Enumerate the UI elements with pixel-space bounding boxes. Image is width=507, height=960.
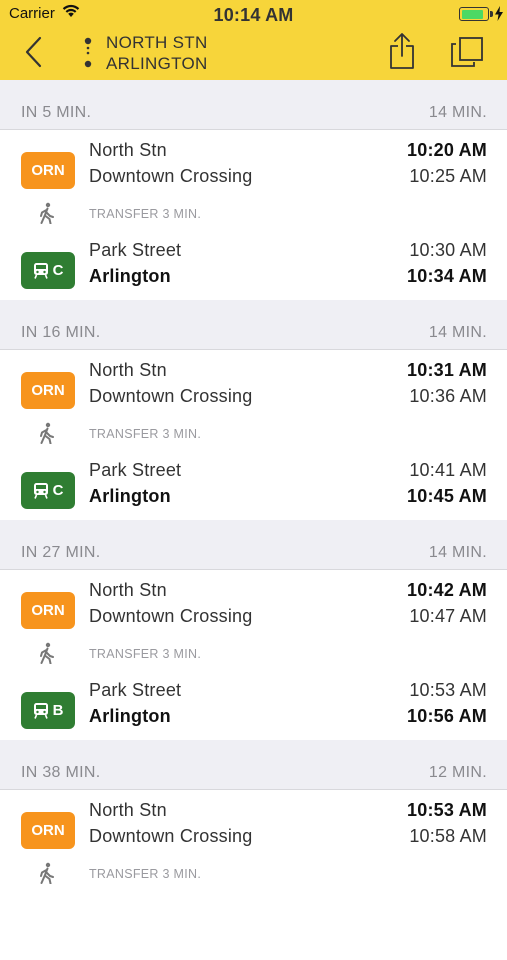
top-bar: Carrier 10:14 AM NORTH STN ARLINGTON xyxy=(0,0,507,80)
transfer-row: TRANSFER 3 MIN. xyxy=(0,202,507,226)
leg-green: C Park Street Arlington 10:30 AM 10:34 AM xyxy=(0,240,507,300)
board-stop: Park Street xyxy=(89,240,182,260)
trip-row[interactable]: ORN North Stn Downtown Crossing 10:42 AM 10:… xyxy=(0,570,507,740)
status-time: 10:14 AM xyxy=(213,5,294,25)
walking-icon xyxy=(40,862,54,884)
walking-icon xyxy=(40,642,54,664)
board-stop: Park Street xyxy=(89,460,182,480)
alight-stop: Downtown Crossing xyxy=(89,166,253,186)
trip-header: IN 16 MIN. 14 MIN. xyxy=(0,300,507,350)
train-icon xyxy=(33,483,48,499)
depart-time: 10:20 AM xyxy=(407,140,487,160)
route-badge-orn: ORN xyxy=(21,592,75,629)
route-badge-green: C xyxy=(21,472,75,509)
transfer-row: TRANSFER 3 MIN. xyxy=(0,862,507,886)
arrive-time: 10:34 AM xyxy=(407,266,487,286)
transfer-text: TRANSFER 3 MIN. xyxy=(89,867,202,881)
departs-in: IN 38 MIN. xyxy=(21,764,101,781)
arrive-time: 10:47 AM xyxy=(409,606,487,626)
leg-orange: ORN North Stn Downtown Crossing 10:42 AM 10:… xyxy=(0,580,507,640)
alight-stop: Downtown Crossing xyxy=(89,606,253,626)
arrive-time: 10:36 AM xyxy=(409,386,487,406)
route-badge-orn: ORN xyxy=(21,372,75,409)
leg-green: B Park Street Arlington 10:53 AM 10:56 AM xyxy=(0,680,507,740)
board-stop: North Stn xyxy=(89,360,167,380)
arrive-time: 10:45 AM xyxy=(407,486,487,506)
status-bar: Carrier 10:14 AM xyxy=(0,0,507,28)
route-badge-green: C xyxy=(21,252,75,289)
depart-time: 10:41 AM xyxy=(409,460,487,480)
alight-stop: Downtown Crossing xyxy=(89,386,253,406)
transfer-text: TRANSFER 3 MIN. xyxy=(89,207,202,221)
route-badge-orn: ORN xyxy=(21,812,75,849)
leg-orange: ORN North Stn Downtown Crossing 10:20 AM 10:… xyxy=(0,140,507,200)
route-origin: NORTH STN xyxy=(106,33,208,52)
leg-orange: ORN North Stn Downtown Crossing 10:31 AM 10:… xyxy=(0,360,507,420)
share-icon[interactable] xyxy=(388,32,416,70)
battery-icon xyxy=(459,7,489,21)
navigation-bar: NORTH STN ARLINGTON xyxy=(0,28,507,80)
departs-in: IN 16 MIN. xyxy=(21,324,101,341)
depart-time: 10:42 AM xyxy=(407,580,487,600)
board-stop: Park Street xyxy=(89,680,182,700)
trip-duration: 12 MIN. xyxy=(428,764,487,781)
arrive-time: 10:56 AM xyxy=(407,706,487,726)
leg-orange: ORN North Stn Downtown Crossing 10:53 AM 10:… xyxy=(0,800,507,860)
trip-header: IN 5 MIN. 14 MIN. xyxy=(0,80,507,130)
copy-icon[interactable] xyxy=(450,36,484,68)
board-stop: North Stn xyxy=(89,800,167,820)
depart-time: 10:31 AM xyxy=(407,360,487,380)
alight-stop: Arlington xyxy=(89,486,171,506)
route-badge-orn: ORN xyxy=(21,152,75,189)
trip-row[interactable]: ORN North Stn Downtown Crossing 10:31 AM 10:… xyxy=(0,350,507,520)
route-destination: ARLINGTON xyxy=(106,54,208,73)
back-chevron-icon[interactable] xyxy=(22,36,46,68)
green-branch-label: C xyxy=(52,482,64,499)
battery-cap xyxy=(490,11,493,17)
departs-in: IN 27 MIN. xyxy=(21,544,101,561)
board-stop: North Stn xyxy=(89,580,167,600)
alight-stop: Downtown Crossing xyxy=(89,826,253,846)
trip-header: IN 27 MIN. 14 MIN. xyxy=(0,520,507,570)
depart-time: 10:53 AM xyxy=(407,800,487,820)
route-badge-green: B xyxy=(21,692,75,729)
arrive-time: 10:58 AM xyxy=(409,826,487,846)
walking-icon xyxy=(40,202,54,224)
route-dots-icon xyxy=(84,37,92,68)
depart-time: 10:53 AM xyxy=(409,680,487,700)
trip-row[interactable]: ORN North Stn Downtown Crossing 10:20 AM 10:… xyxy=(0,130,507,300)
arrive-time: 10:25 AM xyxy=(409,166,487,186)
transfer-row: TRANSFER 3 MIN. xyxy=(0,642,507,666)
transfer-text: TRANSFER 3 MIN. xyxy=(89,427,202,441)
departs-in: IN 5 MIN. xyxy=(21,104,92,121)
leg-green: C Park Street Arlington 10:41 AM 10:45 AM xyxy=(0,460,507,520)
trip-header: IN 38 MIN. 12 MIN. xyxy=(0,740,507,790)
train-icon xyxy=(33,703,48,719)
transfer-row: TRANSFER 3 MIN. xyxy=(0,422,507,446)
trip-duration: 14 MIN. xyxy=(428,544,487,561)
trip-duration: 14 MIN. xyxy=(428,104,487,121)
trip-row[interactable]: ORN North Stn Downtown Crossing 10:53 AM 10:… xyxy=(0,790,507,960)
charging-bolt-icon xyxy=(495,6,503,21)
alight-stop: Arlington xyxy=(89,706,171,726)
green-branch-label: C xyxy=(52,262,64,279)
alight-stop: Arlington xyxy=(89,266,171,286)
green-branch-label: B xyxy=(52,702,64,719)
train-icon xyxy=(33,263,48,279)
trip-list: IN 5 MIN. 14 MIN. ORN North Stn Downtown Cro… xyxy=(0,80,507,960)
depart-time: 10:30 AM xyxy=(409,240,487,260)
transfer-text: TRANSFER 3 MIN. xyxy=(89,647,202,661)
board-stop: North Stn xyxy=(89,140,167,160)
route-title: NORTH STN ARLINGTON xyxy=(106,32,208,74)
trip-duration: 14 MIN. xyxy=(428,324,487,341)
walking-icon xyxy=(40,422,54,444)
